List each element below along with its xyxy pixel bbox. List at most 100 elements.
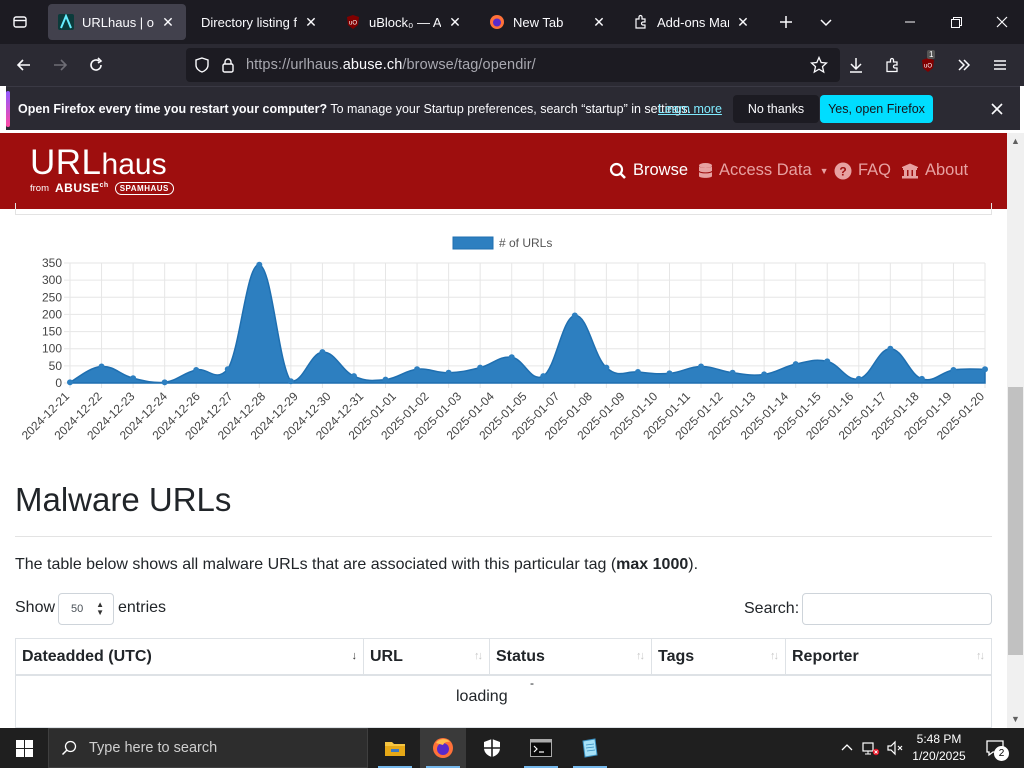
column-reporter[interactable]: Reporter ↑↓ [786, 639, 991, 675]
startup-notification-bar: Open Firefox every time you restart your… [6, 86, 1020, 130]
forward-button[interactable] [44, 49, 76, 81]
column-url[interactable]: URL ↑↓ [364, 639, 490, 675]
urls-per-day-chart: 0 50 100 150 200 250 300 350 2024-12-21 2024-12-2… [0, 229, 1007, 449]
entries-select[interactable]: 50 ▲ ▼ [58, 593, 114, 625]
network-status-button[interactable] [860, 728, 882, 768]
restore-icon [950, 16, 962, 28]
show-label: Show [15, 599, 56, 616]
taskbar-file-explorer[interactable] [372, 728, 418, 768]
close-icon [996, 16, 1008, 28]
close-tab-icon[interactable]: ✕ [591, 14, 607, 30]
column-dateadded[interactable]: Dateadded (UTC) ↓ [16, 639, 364, 675]
tab-title: New Tab [513, 14, 564, 30]
close-tab-icon[interactable]: ✕ [447, 14, 463, 30]
start-button[interactable] [0, 728, 48, 768]
svg-text:uO: uO [924, 64, 932, 70]
minimize-icon [905, 21, 915, 23]
data-point [67, 379, 73, 386]
nav-browse[interactable]: Browse [609, 161, 688, 180]
page-viewport: URLhaus from ABUSEch SPAMHAUS Browse Acc… [0, 133, 1007, 728]
learn-more-link[interactable]: Learn more [658, 102, 722, 116]
logo-url: URL [30, 143, 102, 182]
notification-accent [6, 91, 10, 127]
tab-overview-button[interactable] [0, 0, 40, 44]
back-button[interactable] [8, 49, 40, 81]
nav-faq[interactable]: ? FAQ [834, 161, 891, 180]
close-tab-icon[interactable]: ✕ [735, 14, 751, 30]
tab-list-icon [13, 16, 27, 28]
bank-icon [902, 163, 918, 178]
action-center-button[interactable]: 2 [980, 728, 1010, 768]
close-icon [991, 103, 1003, 115]
shield-icon[interactable] [194, 57, 210, 78]
column-status[interactable]: Status ↑↓ [490, 639, 652, 675]
chevron-down-icon [820, 19, 832, 27]
tab-ublock[interactable]: uO uBlock₀ — Asset ✕ [335, 4, 473, 40]
reload-icon [90, 57, 103, 71]
nav-access-data[interactable]: Access Data ▼ [698, 161, 829, 180]
column-tags[interactable]: Tags ↑↓ [652, 639, 786, 675]
page-scrollbar[interactable]: ▲ ▼ [1007, 133, 1024, 728]
firefox-icon [433, 738, 453, 758]
spamhaus-logo: SPAMHAUS [114, 181, 174, 195]
scroll-up-icon[interactable]: ▲ [1010, 136, 1021, 147]
tab-new-tab[interactable]: New Tab ✕ [479, 4, 617, 40]
taskbar-notepad[interactable] [567, 728, 613, 768]
minimize-window-button[interactable] [890, 0, 930, 44]
divider [15, 536, 992, 537]
loading-spinner-dash: - [530, 676, 534, 690]
data-point [382, 376, 389, 383]
close-notification-button[interactable] [986, 98, 1008, 120]
data-point [445, 369, 452, 376]
tab-urlhaus[interactable]: URLhaus | open ✕ [48, 4, 186, 40]
taskbar-firefox[interactable] [420, 728, 466, 768]
taskbar-clock[interactable]: 5:48 PM 1/20/2025 [906, 731, 972, 765]
url-text[interactable]: https://urlhaus.abuse.ch/browse/tag/open… [246, 57, 536, 73]
data-point [571, 312, 578, 319]
address-bar[interactable]: https://urlhaus.abuse.ch/browse/tag/open… [186, 48, 840, 82]
more-tools-button[interactable] [948, 49, 980, 81]
legend-swatch [452, 236, 494, 250]
no-thanks-button[interactable]: No thanks [733, 95, 819, 123]
taskbar-search-box[interactable]: Type here to search [48, 728, 368, 768]
volume-button[interactable] [884, 728, 906, 768]
reload-button[interactable] [80, 49, 112, 81]
y-tick-label: 300 [42, 273, 62, 287]
data-point [698, 363, 705, 370]
restore-window-button[interactable] [936, 0, 976, 44]
sort-icon: ↑↓ [976, 650, 985, 662]
ublock-extension-button[interactable]: uO 1 [912, 49, 944, 81]
data-point [477, 364, 484, 371]
yes-open-firefox-button[interactable]: Yes, open Firefox [820, 95, 933, 123]
clock-date: 1/20/2025 [912, 749, 966, 763]
tab-addons-manager[interactable]: Add-ons Manag ✕ [623, 4, 761, 40]
taskbar-windows-security[interactable] [469, 728, 515, 768]
y-tick-label: 50 [49, 359, 63, 373]
entries-select-value: 50 [71, 603, 84, 615]
app-menu-button[interactable] [984, 49, 1016, 81]
bookmark-star-icon[interactable] [809, 55, 829, 79]
extensions-button[interactable] [877, 49, 909, 81]
new-tab-button[interactable] [766, 0, 806, 44]
table-search-input[interactable] [802, 593, 992, 625]
taskbar-terminal[interactable] [518, 728, 564, 768]
show-hidden-icons-button[interactable] [838, 728, 856, 768]
close-tab-icon[interactable]: ✕ [160, 14, 176, 30]
chart-svg: 0501001502002503003502024-12-212024-12-2… [19, 236, 988, 443]
downloads-button[interactable] [840, 49, 872, 81]
nav-about[interactable]: About [901, 161, 968, 180]
data-point [287, 378, 294, 385]
close-window-button[interactable] [982, 0, 1022, 44]
notepad-icon [582, 738, 598, 758]
scrollbar-thumb[interactable] [1008, 387, 1023, 655]
nav-faq-label: FAQ [858, 161, 892, 179]
tab-title: uBlock₀ — Asset [369, 14, 441, 30]
list-all-tabs-button[interactable] [806, 0, 846, 44]
close-tab-icon[interactable]: ✕ [303, 14, 319, 30]
abuse-ch-logo: ABUSEch [55, 181, 109, 195]
scroll-down-icon[interactable]: ▼ [1010, 714, 1021, 725]
tab-directory-listing[interactable]: Directory listing for ✕ [191, 4, 329, 40]
lock-icon[interactable] [220, 57, 236, 78]
urlhaus-logo[interactable]: URLhaus from ABUSEch SPAMHAUS [30, 143, 174, 195]
hamburger-icon [994, 60, 1006, 70]
